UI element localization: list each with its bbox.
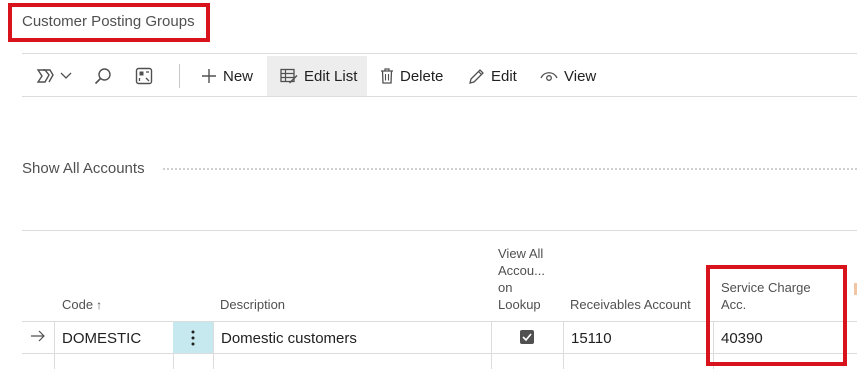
toolbar-top-divider [22,53,857,54]
plus-icon [201,68,217,84]
column-divider [563,322,564,369]
pencil-icon [468,68,485,85]
trash-icon [380,68,394,84]
search-button[interactable] [94,56,112,96]
section-dotted-divider [163,168,857,170]
page: Customer Posting Groups New Edit List De… [0,0,857,369]
edit-button[interactable]: Edit [468,56,517,96]
delete-button[interactable]: Delete [380,56,443,96]
personalize-button[interactable] [135,56,153,96]
view-button-label: View [564,67,597,85]
row-actions-button[interactable] [173,322,213,353]
layout-icon [135,67,153,85]
new-button-label: New [223,67,254,85]
table-row-description[interactable]: Domestic customers [221,322,357,354]
toolbar-separator [179,64,180,88]
more-vertical-icon [191,330,195,345]
edit-list-icon [280,68,298,84]
column-divider [213,322,214,369]
eye-icon [540,69,558,83]
copilot-icon [34,67,54,85]
show-all-accounts-section-title[interactable]: Show All Accounts [22,160,145,177]
column-divider [54,322,55,369]
view-all-accounts-checkbox[interactable] [520,330,534,344]
sort-ascending-icon: ↑ [96,298,103,312]
header-line: Accou... [498,263,545,278]
column-divider [491,322,492,369]
table-row-code[interactable]: DOMESTIC [62,322,141,354]
page-title: Customer Posting Groups [22,13,195,30]
current-row-arrow-icon [30,329,46,348]
toolbar-bottom-divider [22,96,857,97]
column-header-description[interactable]: Description [220,296,285,313]
column-header-view-all-accounts[interactable]: View All Accou... on Lookup [498,245,545,313]
header-line: View All [498,246,544,261]
table-top-divider [22,230,857,231]
view-button[interactable]: View [540,56,596,96]
table-row-receivables-account[interactable]: 15110 [571,322,612,354]
delete-button-label: Delete [400,67,444,85]
edit-list-button[interactable]: Edit List [267,56,367,96]
header-line: Lookup [498,297,541,312]
edit-button-label: Edit [491,67,517,85]
service-charge-highlight-box [706,265,847,366]
search-icon [94,67,112,85]
column-header-code[interactable]: Code ↑ [62,296,102,314]
actions-menu-button[interactable] [34,56,72,96]
column-header-receivables-account[interactable]: Receivables Account [570,296,691,313]
checkmark-icon [522,333,532,341]
header-line: on [498,280,513,295]
column-header-code-label: Code [62,297,94,312]
new-button[interactable]: New [201,56,253,96]
action-toolbar: New Edit List Delete Edit View [22,56,857,96]
edit-list-button-label: Edit List [304,67,358,85]
chevron-down-icon [60,72,72,80]
